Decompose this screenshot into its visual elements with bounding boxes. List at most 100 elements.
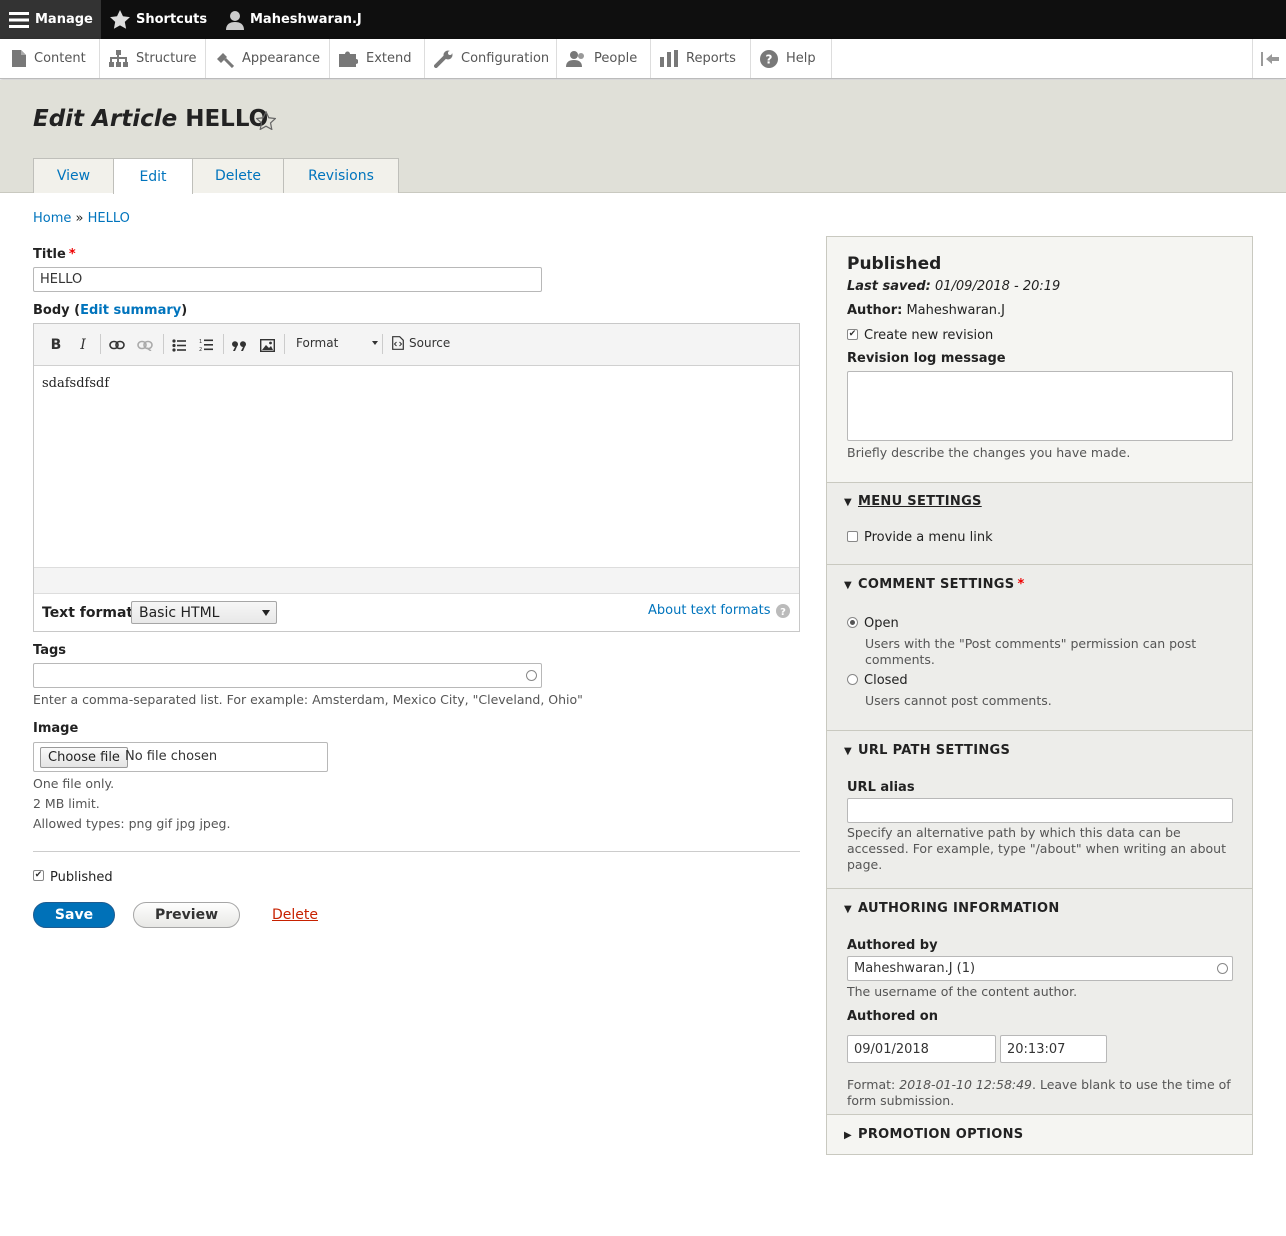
tab-delete[interactable]: Delete <box>192 158 284 193</box>
tray-people[interactable]: People <box>557 39 651 78</box>
comment-settings-toggle[interactable]: ▼ COMMENT SETTINGS * <box>844 577 1025 592</box>
toolbar-separator <box>382 334 383 354</box>
breadcrumb-current[interactable]: HELLO <box>88 211 130 226</box>
tab-edit[interactable]: Edit <box>113 158 193 194</box>
title-label-text: Title <box>33 247 66 262</box>
create-revision-checkbox[interactable]: ✔ <box>847 329 858 340</box>
format-dropdown[interactable]: Format <box>296 336 378 350</box>
authored-on-date-value: 09/01/2018 <box>854 1041 929 1057</box>
revision-log-help: Briefly describe the changes you have ma… <box>847 445 1131 460</box>
autocomplete-icon <box>1217 963 1228 974</box>
link-button[interactable] <box>108 336 126 354</box>
unlink-button[interactable] <box>136 336 154 354</box>
authored-on-time-input[interactable]: 20:13:07 <box>1000 1035 1107 1063</box>
tray-help[interactable]: ? Help <box>751 39 832 78</box>
manage-tab[interactable]: Manage <box>0 0 101 39</box>
text-format-select[interactable]: Basic HTML <box>131 601 277 624</box>
published-checkbox[interactable]: ✔ <box>33 870 44 881</box>
title-value: HELLO <box>40 272 83 287</box>
tab-view[interactable]: View <box>33 158 114 193</box>
editor-toolbar: B I 12 Format Source <box>34 324 799 366</box>
url-alias-input[interactable] <box>847 798 1233 823</box>
breadcrumb-home[interactable]: Home <box>33 211 71 226</box>
tab-revisions-label: Revisions <box>308 168 374 184</box>
tray-appearance[interactable]: Appearance <box>206 39 330 78</box>
comment-open-radio[interactable] <box>847 617 858 628</box>
tags-help: Enter a comma-separated list. For exampl… <box>33 692 583 707</box>
comment-closed-radio[interactable] <box>847 674 858 685</box>
tab-edit-label: Edit <box>139 168 167 185</box>
image-help-types: Allowed types: png gif jpg jpeg. <box>33 816 231 831</box>
text-format-label: Text format <box>42 605 134 621</box>
editor-resize-bar <box>34 567 799 594</box>
tray-content-label: Content <box>34 51 86 66</box>
primary-tabs: View Edit Delete Revisions <box>33 158 399 194</box>
manage-label: Manage <box>35 12 93 27</box>
authored-on-date-input[interactable]: 09/01/2018 <box>847 1035 996 1063</box>
tray-configuration-label: Configuration <box>461 51 550 66</box>
comment-open-label: Open <box>864 616 899 631</box>
url-path-title: URL PATH SETTINGS <box>858 743 1011 758</box>
revision-log-textarea[interactable] <box>847 371 1233 441</box>
delete-link[interactable]: Delete <box>272 907 318 923</box>
menu-settings-toggle[interactable]: ▼ MENU SETTINGS <box>844 494 982 509</box>
wrench-icon <box>434 50 453 68</box>
text-format-row: Text format Basic HTML About text format… <box>34 594 799 631</box>
help-icon[interactable]: ? <box>776 604 790 618</box>
image-file-input: Choose file No file chosen <box>33 742 328 772</box>
bulleted-list-button[interactable] <box>170 336 188 354</box>
source-button[interactable]: Source <box>392 336 450 350</box>
italic-button[interactable]: I <box>74 336 92 354</box>
bulleted-list-icon <box>172 338 186 352</box>
shortcuts-tab[interactable]: Shortcuts <box>110 0 207 39</box>
help-icon: ? <box>760 49 778 68</box>
image-label: Image <box>33 721 79 736</box>
authoring-toggle[interactable]: ▼ AUTHORING INFORMATION <box>844 901 1060 916</box>
promotion-section: ▶ PROMOTION OPTIONS <box>827 1114 1252 1154</box>
choose-file-button[interactable]: Choose file <box>40 747 128 768</box>
bold-button[interactable]: B <box>47 336 65 354</box>
tray-extend[interactable]: Extend <box>330 39 425 78</box>
toolbar-separator <box>223 334 224 354</box>
image-help-count: One file only. <box>33 776 115 791</box>
user-tab[interactable]: Maheshwaran.J <box>226 0 362 39</box>
chevron-down-icon <box>262 610 270 616</box>
blockquote-button[interactable] <box>230 336 248 354</box>
admin-toolbar: Manage Shortcuts Maheshwaran.J <box>0 0 1286 39</box>
about-text-formats-link[interactable]: About text formats <box>648 603 771 618</box>
tray-reports[interactable]: Reports <box>651 39 751 78</box>
numbered-list-button[interactable]: 12 <box>197 336 215 354</box>
tray-content[interactable]: Content <box>0 39 100 78</box>
authored-by-input[interactable]: Maheshwaran.J (1) <box>847 956 1233 981</box>
tray-configuration[interactable]: Configuration <box>425 39 557 78</box>
url-path-toggle[interactable]: ▼ URL PATH SETTINGS <box>844 743 1010 758</box>
svg-text:?: ? <box>780 607 786 618</box>
tags-input[interactable] <box>33 663 542 688</box>
edit-summary-link[interactable]: Edit summary <box>80 303 181 318</box>
promotion-title: PROMOTION OPTIONS <box>858 1127 1024 1142</box>
authored-on-time-value: 20:13:07 <box>1007 1041 1066 1057</box>
tab-delete-label: Delete <box>215 168 261 184</box>
unlink-icon <box>137 340 153 351</box>
page-title: Edit Article HELLO <box>33 106 268 132</box>
preview-button[interactable]: Preview <box>133 902 240 928</box>
promotion-toggle[interactable]: ▶ PROMOTION OPTIONS <box>844 1127 1023 1142</box>
breadcrumb-separator: » <box>75 211 84 226</box>
tray-orientation-toggle[interactable] <box>1252 39 1286 78</box>
content-icon <box>12 50 26 67</box>
tab-revisions[interactable]: Revisions <box>283 158 399 193</box>
body-label: Body (Edit summary) <box>33 303 187 318</box>
triangle-down-icon: ▼ <box>844 746 852 757</box>
page-title-type: Edit Article <box>33 106 178 132</box>
last-saved-label: Last saved: <box>847 279 931 294</box>
shortcut-star-icon[interactable] <box>256 111 276 130</box>
format-prefix: Format: <box>847 1077 896 1092</box>
save-button[interactable]: Save <box>33 902 115 928</box>
image-button[interactable] <box>258 336 276 354</box>
menu-link-checkbox[interactable] <box>847 531 858 542</box>
tags-label: Tags <box>33 643 67 658</box>
people-icon <box>566 51 584 67</box>
title-input[interactable]: HELLO <box>33 267 542 292</box>
editor-content[interactable]: sdafsdfsdf <box>42 376 109 391</box>
tray-structure[interactable]: Structure <box>100 39 206 78</box>
